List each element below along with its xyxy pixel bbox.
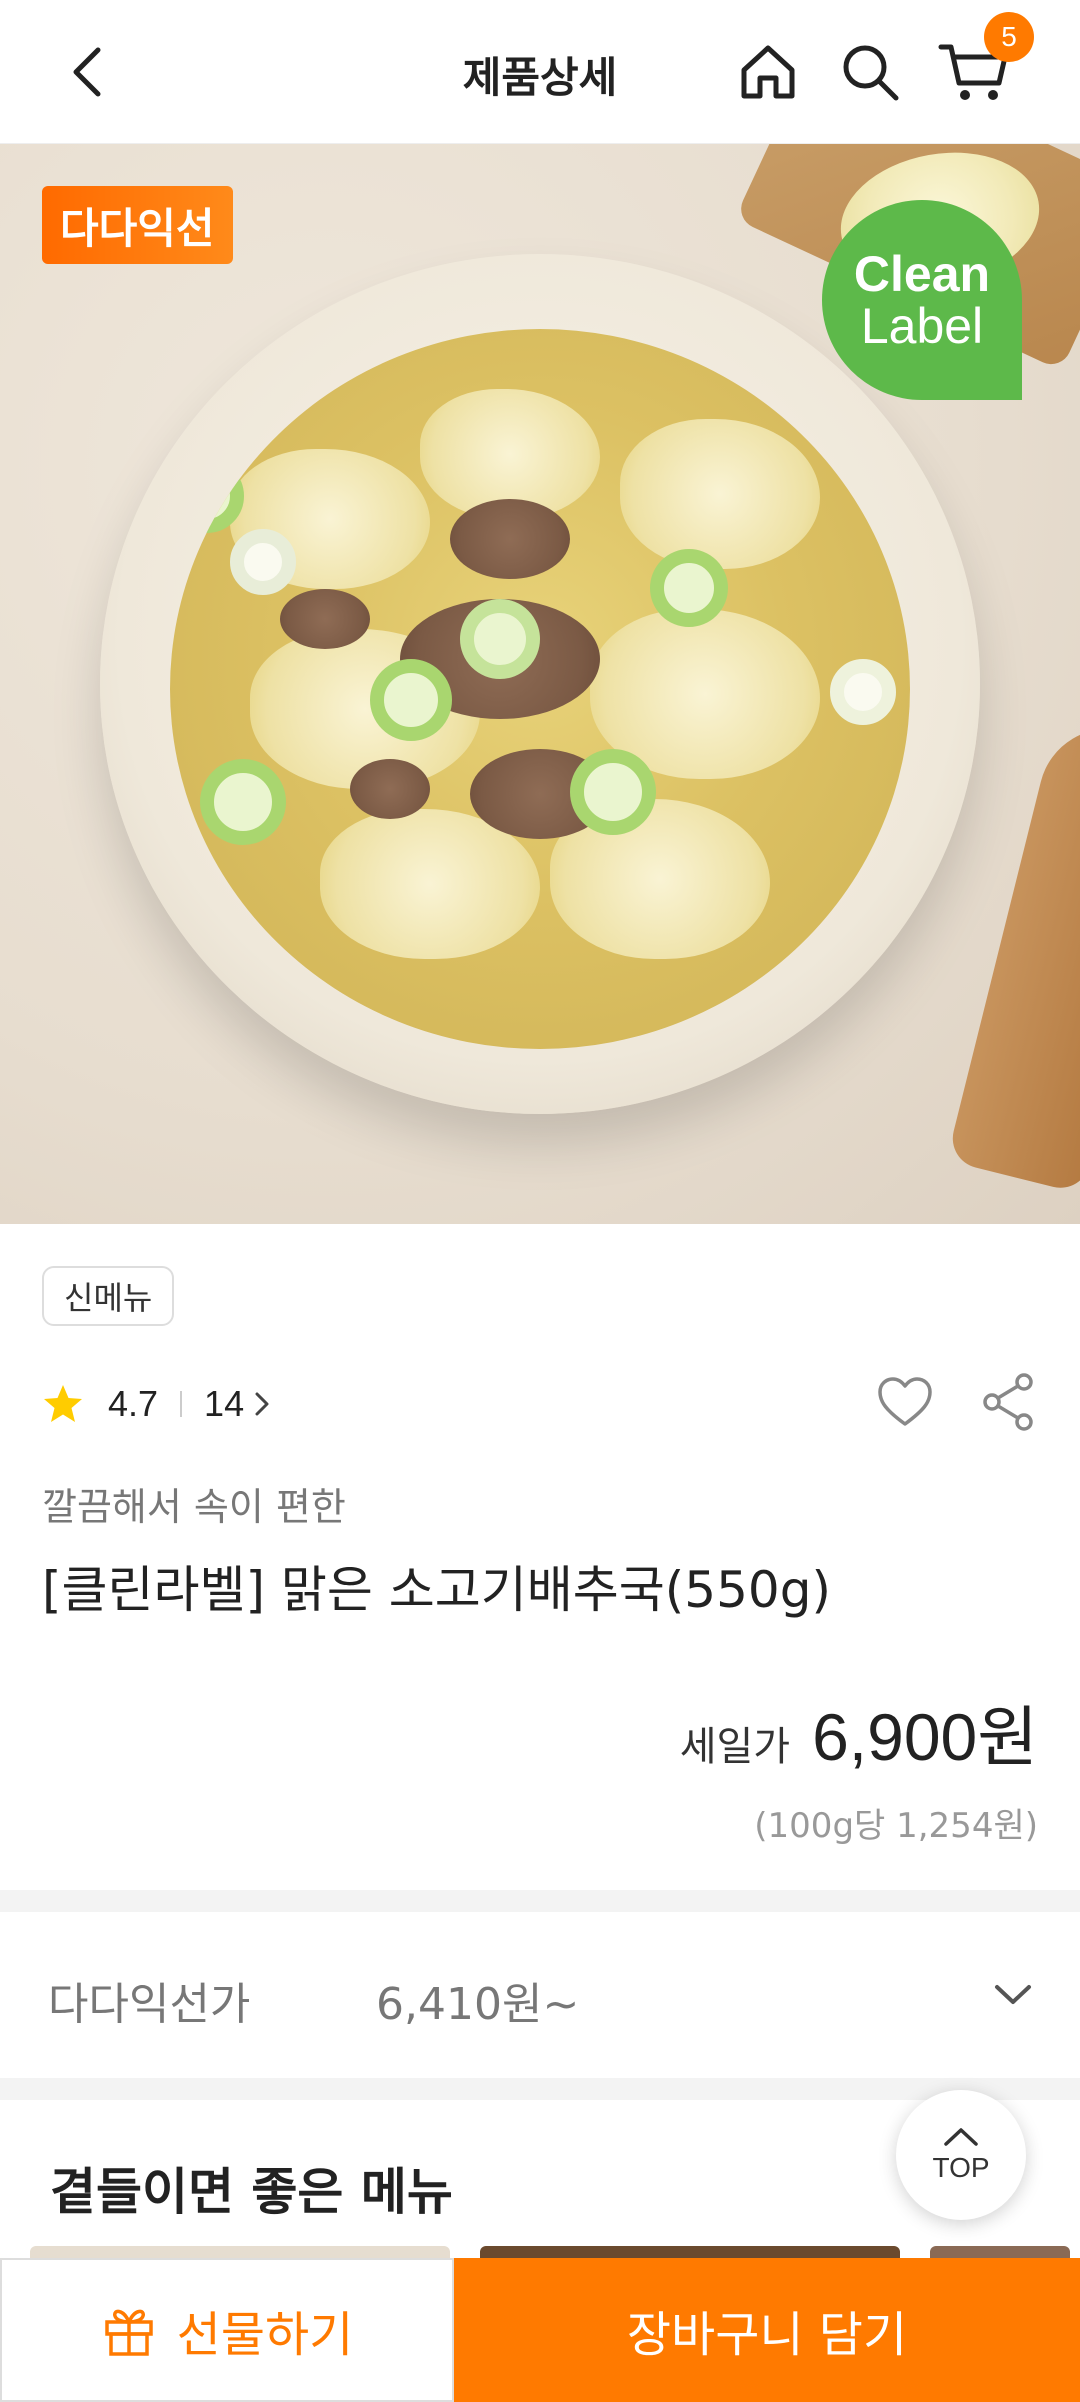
- chevron-up-icon: [944, 2128, 978, 2146]
- clean-label-line1: Clean: [853, 245, 991, 302]
- sale-price-label: 세일가: [679, 1724, 791, 1770]
- member-price-label: 다다익선가: [48, 1979, 251, 2030]
- member-price-value: 6,410원~: [376, 1979, 580, 2030]
- rating-value: 4.7: [108, 1383, 159, 1424]
- clean-label-badge: Clean Label: [822, 200, 1022, 400]
- home-button[interactable]: [732, 36, 804, 108]
- soup-contents: [170, 329, 910, 1049]
- wishlist-button[interactable]: [874, 1372, 936, 1432]
- review-count: 14: [204, 1383, 245, 1424]
- product-subtitle: 깔끔해서 속이 편한: [42, 1485, 346, 1529]
- section-divider: [0, 1890, 1080, 1912]
- clean-label-line2: Label: [860, 298, 984, 354]
- gift-icon: [104, 2309, 153, 2356]
- new-menu-tag: 신메뉴: [42, 1266, 175, 1326]
- add-to-cart-button[interactable]: 장바구니 담기: [454, 2258, 1080, 2402]
- share-icon: [983, 1373, 1033, 1431]
- star-icon: [44, 1385, 82, 1422]
- sale-price-value: 6,900: [812, 1700, 978, 1774]
- gift-button[interactable]: 선물하기: [0, 2258, 454, 2402]
- cart-count-badge: 5: [984, 12, 1034, 62]
- rating-separator: [180, 1391, 183, 1417]
- scroll-top-button[interactable]: TOP: [896, 2090, 1026, 2220]
- bottom-action-bar: 선물하기 장바구니 담기: [0, 2258, 1080, 2402]
- unit-price: (100g당 1,254원): [754, 1806, 1038, 1846]
- expand-toggle[interactable]: [986, 1968, 1040, 2022]
- app-header: 제품상세 5: [0, 0, 1080, 144]
- chevron-right-icon: [255, 1392, 269, 1416]
- section-divider: [0, 2078, 1080, 2100]
- share-button[interactable]: [978, 1370, 1038, 1434]
- page-title: 제품상세: [462, 53, 618, 102]
- promo-badge: 다다익선: [42, 186, 233, 264]
- rating-row[interactable]: 4.7 14: [42, 1374, 272, 1434]
- search-icon: [843, 45, 899, 101]
- chevron-down-icon: [995, 1985, 1031, 2004]
- search-button[interactable]: [834, 36, 906, 108]
- recommend-title: 곁들이면 좋은 메뉴: [50, 2163, 453, 2221]
- home-icon: [741, 45, 795, 99]
- heart-icon: [878, 1377, 932, 1426]
- sale-price-currency: 원: [977, 1699, 1038, 1776]
- scroll-top-label: TOP: [932, 2152, 990, 2183]
- price-row: 세일가 6,900 원: [680, 1684, 1038, 1780]
- gift-button-label: 선물하기: [176, 2307, 354, 2363]
- product-name: [클린라벨] 맑은 소고기배추국(550g): [42, 1561, 831, 1619]
- member-price-row[interactable]: 다다익선가 6,410원~: [0, 1912, 1080, 2078]
